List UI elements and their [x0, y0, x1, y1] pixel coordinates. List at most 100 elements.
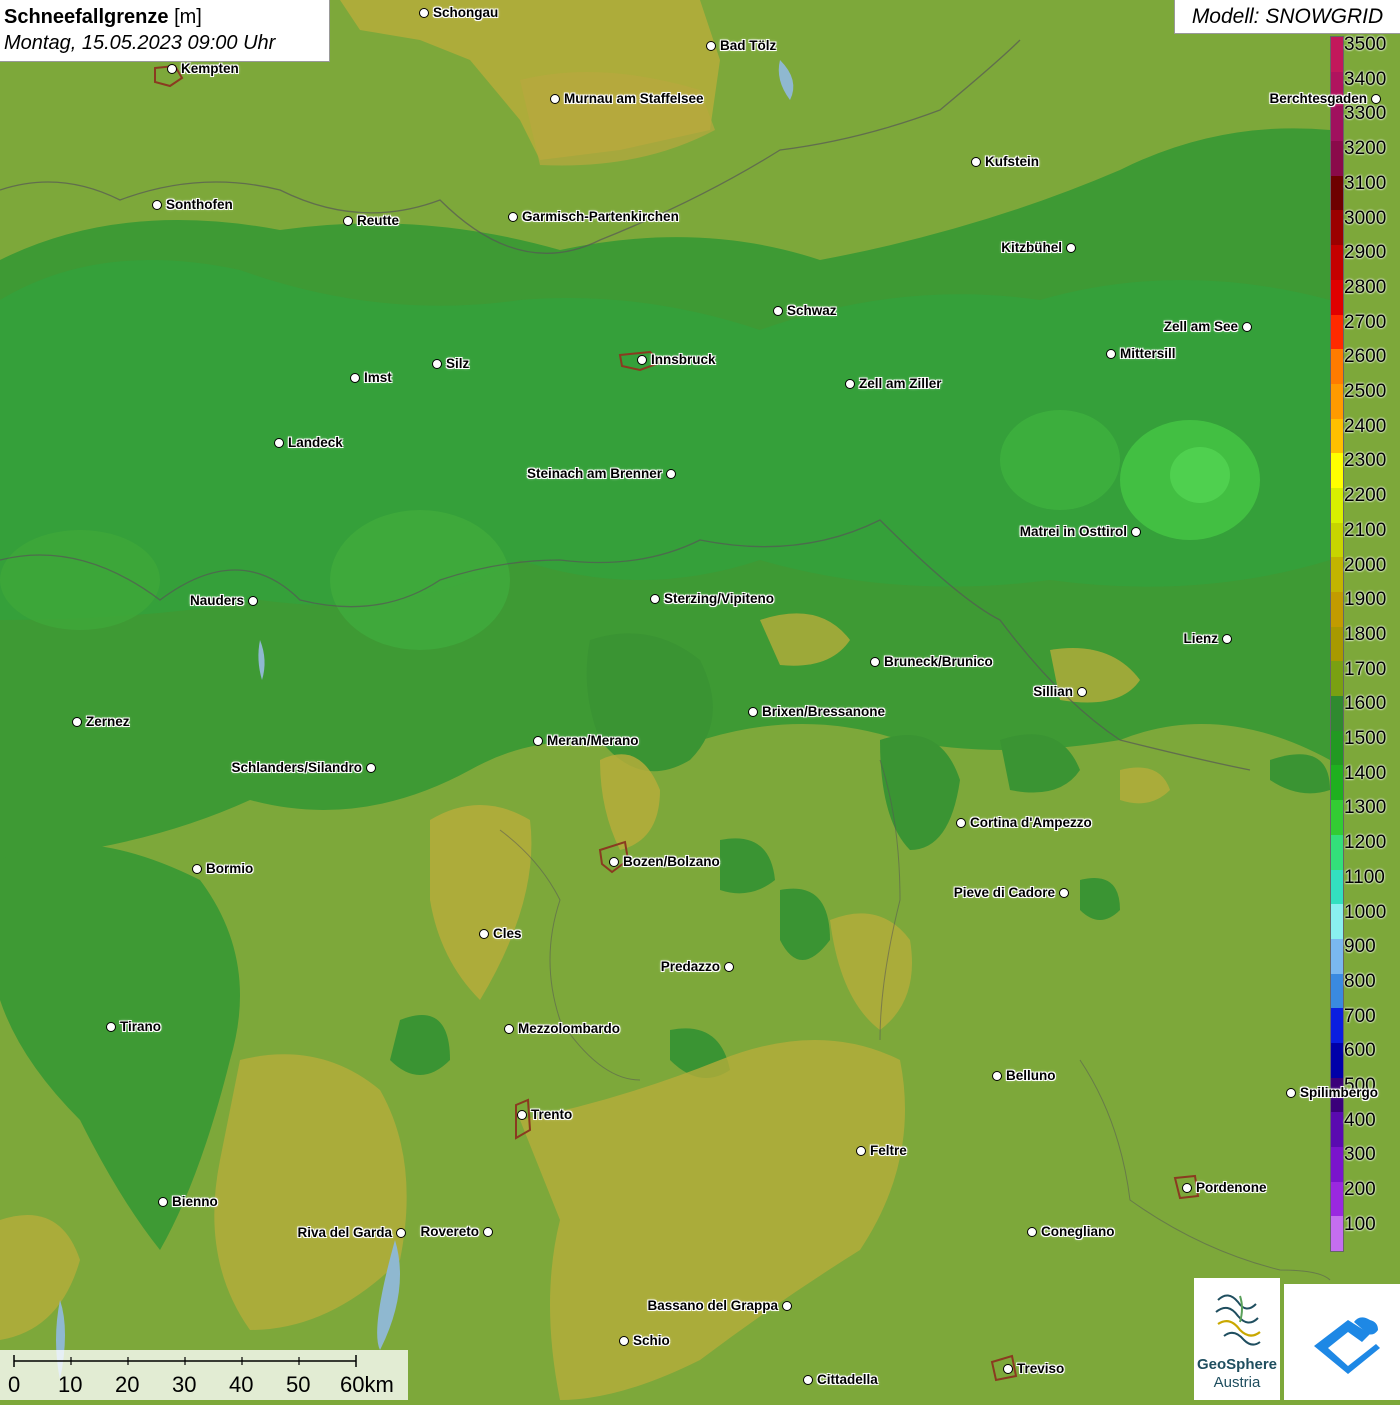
city-label: Cles [493, 926, 522, 941]
legend-tick-label: 100 [1344, 1213, 1376, 1235]
city-dot [1059, 888, 1069, 898]
legend-tick-label: 1700 [1344, 658, 1387, 680]
legend-tick-label: 2500 [1344, 381, 1387, 402]
legend-tick-label: 2200 [1344, 485, 1387, 507]
legend-swatch [1331, 592, 1343, 627]
legend-tick-label: 1500 [1344, 728, 1387, 749]
title-text: Schneefallgrenze [4, 6, 169, 28]
map-title: Schneefallgrenze [m] [4, 4, 325, 30]
city-label: Feltre [870, 1143, 907, 1158]
city-dot [432, 359, 442, 369]
legend-tick-label: 1100 [1344, 866, 1385, 888]
legend-tick-label: 3200 [1344, 138, 1387, 160]
legend-colorbar [1330, 36, 1344, 1253]
legend-tick-label: 3400 [1344, 68, 1387, 90]
legend-swatch [1331, 37, 1343, 72]
city-label: Sonthofen [166, 197, 233, 212]
city-label: Landeck [288, 435, 343, 450]
city-dot [666, 469, 676, 479]
legend-tick-label: 2100 [1344, 519, 1387, 541]
legend-tick-label: 200 [1344, 1179, 1376, 1201]
city-dot [1182, 1183, 1192, 1193]
city-label: Steinach am Brenner [526, 466, 662, 481]
legend-swatch [1331, 453, 1343, 488]
city-label: Bassano del Grappa [647, 1298, 778, 1313]
geosphere-logo[interactable]: GeoSphere Austria [1194, 1278, 1280, 1400]
city-dot [1066, 243, 1076, 253]
city-label: Imst [364, 370, 392, 385]
city-dot [650, 594, 660, 604]
city-label: Rovereto [420, 1224, 479, 1239]
city-dot [637, 355, 647, 365]
city-dot [724, 962, 734, 972]
legend-swatch [1331, 696, 1343, 731]
city-dot [992, 1071, 1002, 1081]
city-dot [1131, 527, 1141, 537]
city-dot [479, 929, 489, 939]
geosphere-logo-name: GeoSphere [1196, 1356, 1278, 1373]
legend-tick-label: 2400 [1344, 415, 1387, 437]
geosphere-logo-country: Austria [1213, 1374, 1261, 1391]
scale-label-0: 0 [8, 1372, 21, 1397]
city-dot [152, 200, 162, 210]
legend-tick-label: 1600 [1344, 693, 1387, 715]
city-dot [1286, 1088, 1296, 1098]
legend-swatch [1331, 904, 1343, 939]
legend-swatch [1331, 487, 1343, 523]
city-label: Zell am Ziller [859, 376, 942, 391]
city-dot [1371, 94, 1381, 104]
city-dot [971, 157, 981, 167]
legend-tick-label: 2700 [1344, 311, 1387, 333]
legend-swatch [1331, 314, 1343, 350]
legend-tick-label: 600 [1344, 1040, 1376, 1062]
city-label: Riva del Garda [297, 1225, 392, 1240]
legend-tick-label: 3100 [1344, 172, 1387, 194]
city-dot [1077, 687, 1087, 697]
city-label: Zell am See [1163, 319, 1238, 334]
city-label: Cittadella [817, 1372, 878, 1387]
city-dot [343, 216, 353, 226]
city-label: Innsbruck [651, 352, 716, 367]
legend-swatch [1331, 973, 1343, 1009]
legend-swatch [1331, 349, 1343, 384]
city-dot [158, 1197, 168, 1207]
legend-tick-label: 2900 [1344, 242, 1387, 264]
legend-tick-label: 1800 [1344, 623, 1387, 645]
legend-swatch [1331, 106, 1343, 142]
scale-label-10: 10 [58, 1372, 83, 1397]
city-label: Bad Tölz [720, 38, 777, 53]
city-label: Sillian [1033, 684, 1073, 699]
title-unit: [m] [174, 6, 202, 28]
city-dot [72, 717, 82, 727]
city-dot [366, 763, 376, 773]
legend-swatch [1331, 1112, 1343, 1147]
city-dot [517, 1110, 527, 1120]
legend-swatch [1331, 1008, 1343, 1043]
app-logo[interactable] [1284, 1284, 1400, 1400]
city-dot [167, 64, 177, 74]
legend-swatch [1331, 175, 1343, 211]
legend-swatch [1331, 765, 1343, 801]
app-logo-icon [1314, 1317, 1380, 1374]
city-label: Murnau am Staffelsee [564, 91, 704, 106]
legend-swatch [1331, 869, 1343, 905]
city-label: Berchtesgaden [1269, 91, 1367, 106]
city-label: Mezzolombardo [518, 1021, 621, 1036]
city-dot [609, 857, 619, 867]
city-label: Schwaz [787, 303, 837, 318]
legend-swatch [1331, 1147, 1343, 1182]
city-label: Matrei in Osttirol [1019, 524, 1127, 539]
legend-tick-label: 1900 [1344, 589, 1387, 611]
map-datetime: Montag, 15.05.2023 09:00 Uhr [4, 32, 276, 54]
city-dot [748, 707, 758, 717]
legend-swatch [1331, 1216, 1343, 1252]
legend-swatch [1331, 210, 1343, 246]
legend-swatch [1331, 141, 1343, 176]
legend-tick-label: 2600 [1344, 346, 1387, 368]
legend-tick-label: 1300 [1344, 797, 1387, 819]
scale-bar: 0 10 20 30 40 50 60km [0, 1350, 408, 1400]
legend-swatch [1331, 279, 1343, 315]
legend-tick-label: 3500 [1344, 34, 1387, 55]
city-dot [396, 1228, 406, 1238]
legend-tick-label: 2800 [1344, 276, 1387, 298]
